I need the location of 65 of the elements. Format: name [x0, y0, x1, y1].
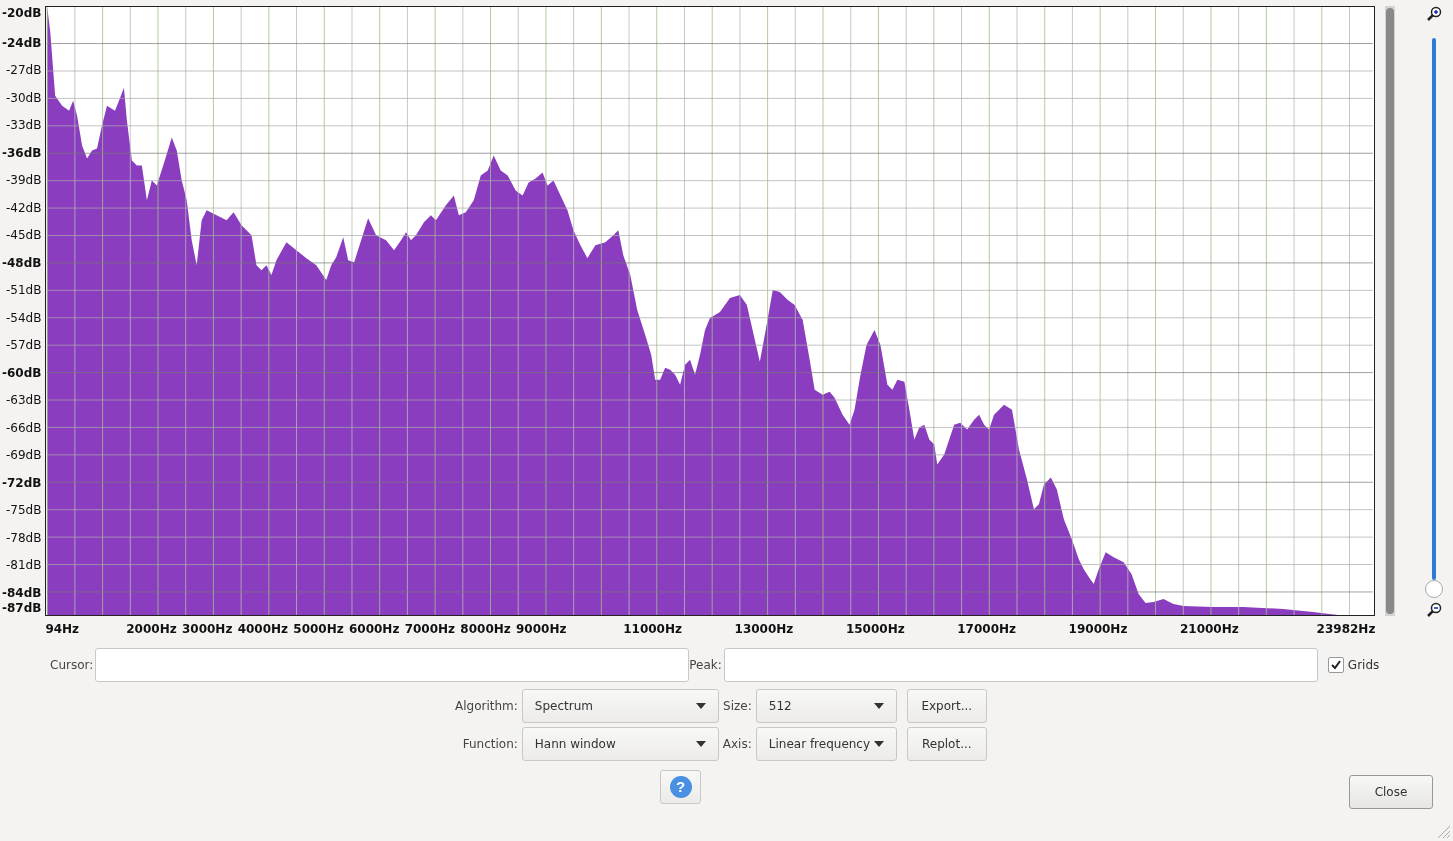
axis-label: -42dB	[5, 200, 42, 215]
size-dropdown[interactable]: 512	[755, 689, 897, 723]
axis-label: -57dB	[5, 338, 42, 353]
axis-label: 11000Hz	[623, 622, 682, 636]
axis-label: 17000Hz	[957, 622, 1017, 636]
grids-checkbox[interactable]: Grids	[1327, 657, 1380, 673]
scrollbar[interactable]	[1385, 6, 1395, 616]
field-label: Algorithm:	[455, 699, 518, 713]
zoom-out-icon[interactable]	[1425, 602, 1442, 618]
field-label: Size:	[722, 699, 752, 713]
axis-label: 9000Hz	[516, 622, 567, 636]
axis-label: 21000Hz	[1179, 622, 1239, 636]
field-label: Function:	[461, 737, 518, 751]
axis-label: -66dB	[5, 420, 42, 435]
axis-label: 94Hz	[45, 622, 80, 636]
axis-label: 7000Hz	[404, 622, 456, 636]
zoom-in-icon[interactable]	[1425, 6, 1442, 22]
function-dropdown[interactable]: Hann window	[521, 727, 719, 761]
field-label: Peak:	[689, 658, 722, 672]
axis-label: 4000Hz	[237, 622, 289, 636]
slider-thumb[interactable]	[1424, 580, 1443, 598]
axis-label: -20dB	[1, 6, 42, 20]
axis-label: 15000Hz	[845, 622, 905, 636]
resize-grip-icon[interactable]	[1435, 823, 1451, 839]
field-label: Cursor:	[50, 658, 94, 672]
axis-label: -54dB	[5, 310, 42, 325]
field-label: Axis:	[722, 737, 752, 751]
axis-label: 5000Hz	[293, 622, 344, 636]
caret-icon	[873, 703, 884, 709]
axis-label: -36dB	[1, 145, 42, 160]
axis-label: -60dB	[1, 365, 42, 380]
axis-label: -72dB	[1, 475, 42, 490]
axis-label: 23982Hz	[1316, 622, 1376, 636]
caret-icon	[873, 741, 884, 747]
axis-label: -33dB	[5, 118, 42, 133]
axis-label: -87dB	[1, 601, 42, 615]
algorithm-dropdown[interactable]: Spectrum	[521, 689, 719, 723]
checkmark-icon	[1329, 659, 1342, 671]
axis-label: -39dB	[5, 173, 42, 188]
axis-label: -24dB	[1, 35, 42, 50]
cursor-field[interactable]	[95, 648, 690, 682]
axis-label: 2000Hz	[126, 622, 177, 636]
axis-label: -84dB	[1, 585, 42, 600]
replot-button[interactable]: Replot...	[906, 727, 987, 761]
axis-dropdown[interactable]: Linear frequency	[755, 727, 897, 761]
export-button[interactable]: Export...	[906, 689, 987, 723]
axis-label: -27dB	[5, 63, 42, 78]
axis-label: 6000Hz	[348, 622, 400, 636]
axis-label: 19000Hz	[1068, 622, 1128, 636]
peak-field[interactable]	[723, 648, 1318, 682]
axis-label: -69dB	[5, 448, 42, 463]
axis-label: 13000Hz	[734, 622, 794, 636]
axis-label: 8000Hz	[460, 622, 511, 636]
axis-label: -30dB	[5, 90, 42, 105]
axis-label: -63dB	[5, 393, 42, 408]
axis-label: -78dB	[5, 530, 42, 545]
axis-label: -75dB	[5, 503, 42, 518]
caret-icon	[695, 703, 706, 709]
axis-label: -51dB	[5, 283, 42, 298]
axis-label: -45dB	[5, 228, 42, 243]
axis-label: -48dB	[1, 255, 42, 270]
axis-label: -81dB	[5, 558, 42, 573]
axis-label: 3000Hz	[181, 622, 233, 636]
close-button[interactable]: Close	[1349, 775, 1433, 809]
caret-icon	[695, 741, 706, 747]
